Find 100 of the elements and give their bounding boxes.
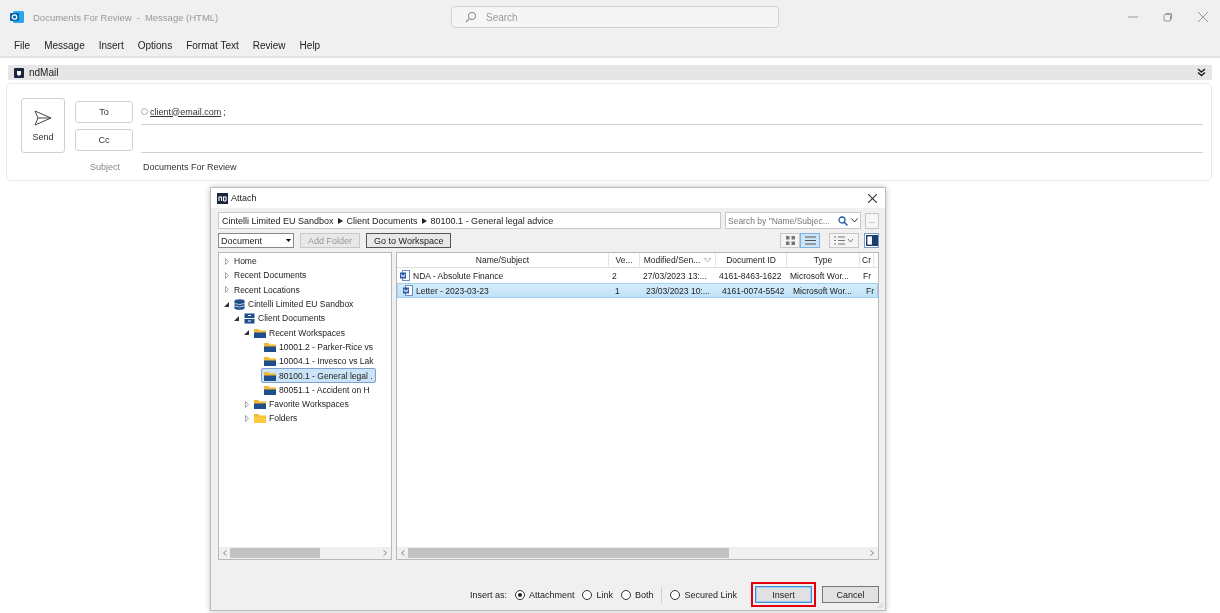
send-button[interactable]: Send bbox=[21, 98, 65, 153]
cc-button[interactable]: Cc bbox=[75, 129, 133, 151]
workspace-folder-icon bbox=[264, 356, 276, 367]
menu-tab[interactable]: Message bbox=[44, 39, 85, 51]
collapsed-arrow-icon[interactable] bbox=[244, 400, 249, 408]
presence-circle-icon bbox=[141, 108, 148, 115]
recipient-link[interactable]: client@email.com bbox=[150, 106, 222, 117]
collapsed-arrow-icon[interactable] bbox=[224, 271, 229, 279]
collapsed-arrow-icon[interactable] bbox=[224, 257, 229, 265]
preview-pane-button[interactable] bbox=[864, 233, 879, 248]
search-icon bbox=[838, 216, 848, 226]
cancel-button[interactable]: Cancel bbox=[822, 586, 879, 603]
tree-item[interactable]: Recent Documents bbox=[231, 267, 310, 283]
dialog-title: Attach bbox=[231, 193, 257, 203]
tree-item[interactable]: Client Documents bbox=[241, 310, 329, 326]
collapsed-arrow-icon[interactable] bbox=[244, 414, 249, 422]
column-header[interactable]: Cr bbox=[860, 253, 874, 267]
go-to-workspace-button[interactable]: Go to Workspace bbox=[366, 233, 452, 248]
horizontal-scrollbar[interactable] bbox=[219, 547, 391, 559]
document-row[interactable]: NDA - Absolute Finance 2 27/03/2023 13:... 4161-8463-1622 Microsoft Wor... Fr bbox=[397, 268, 878, 283]
menu-tab[interactable]: Review bbox=[252, 39, 286, 51]
insert-button[interactable]: Insert bbox=[755, 586, 812, 603]
tree-item[interactable]: Cintelli Limited EU Sandbox bbox=[231, 296, 357, 312]
preview-pane-icon bbox=[865, 235, 878, 246]
to-button[interactable]: To bbox=[75, 101, 133, 123]
document-search-field[interactable]: Search by "Name/Subjec... bbox=[725, 212, 861, 229]
collapse-chevron-icon[interactable] bbox=[1197, 68, 1206, 77]
menu-tab[interactable]: Format Text bbox=[186, 39, 239, 51]
recipient-separator: ; bbox=[223, 106, 226, 117]
list-icon bbox=[804, 236, 816, 245]
breadcrumb-item[interactable]: Cintelli Limited EU Sandbox bbox=[222, 215, 334, 226]
dropdown-caret-icon bbox=[286, 239, 291, 242]
tree-item[interactable]: Folders bbox=[251, 410, 301, 426]
list-view-button[interactable] bbox=[800, 233, 820, 248]
outlook-logo-icon bbox=[10, 10, 24, 24]
menu-tab[interactable]: Insert bbox=[98, 39, 124, 51]
breadcrumb-arrow-icon bbox=[421, 217, 427, 224]
expanded-arrow-icon[interactable] bbox=[244, 330, 249, 336]
search-icon bbox=[465, 11, 477, 23]
close-icon[interactable] bbox=[868, 193, 877, 203]
workspace-folder-icon bbox=[254, 327, 266, 338]
table-cell: Fr bbox=[863, 270, 872, 281]
dropdown-caret-icon[interactable] bbox=[851, 218, 858, 223]
table-cell: 27/03/2023 13:... bbox=[643, 270, 707, 281]
workspace-folder-icon bbox=[254, 399, 266, 410]
tree-item[interactable]: Recent Locations bbox=[231, 282, 303, 298]
table-cell: Microsoft Wor... bbox=[790, 270, 849, 281]
restore-icon[interactable] bbox=[1163, 12, 1173, 22]
nd-logo-icon bbox=[217, 192, 228, 204]
insert-option-radio[interactable]: Attachment bbox=[514, 589, 575, 600]
column-header[interactable]: Name/Subject bbox=[397, 253, 609, 267]
expanded-arrow-icon[interactable] bbox=[224, 301, 229, 307]
table-cell: 23/03/2023 10:... bbox=[646, 285, 710, 296]
workspace-folder-icon bbox=[264, 384, 276, 395]
scroll-left-icon[interactable] bbox=[223, 550, 227, 556]
insert-option-radio[interactable]: Link bbox=[582, 589, 613, 600]
column-header[interactable]: Modified/Sen... bbox=[640, 253, 716, 267]
horizontal-scrollbar[interactable] bbox=[397, 547, 878, 559]
document-row[interactable]: Letter - 2023-03-23 1 23/03/2023 10:... 4161-0074-5542 Microsoft Wor... Fr bbox=[397, 283, 878, 298]
column-header[interactable]: Type bbox=[787, 253, 860, 267]
column-header[interactable]: Document ID bbox=[716, 253, 787, 267]
tree-item[interactable]: 80100.1 - General legal . bbox=[261, 368, 376, 384]
table-cell: NDA - Absolute Finance bbox=[413, 270, 504, 281]
insert-option-radio[interactable]: Secured Link bbox=[670, 589, 737, 600]
word-document-icon bbox=[403, 285, 413, 296]
scroll-right-icon[interactable] bbox=[383, 550, 387, 556]
search-field[interactable]: Search bbox=[451, 6, 779, 28]
tree-item[interactable]: Home bbox=[231, 253, 260, 269]
window-title: Documents For Review bbox=[33, 11, 132, 23]
scroll-left-icon[interactable] bbox=[401, 550, 405, 556]
breadcrumb-arrow-icon bbox=[337, 217, 343, 224]
send-icon bbox=[34, 109, 52, 126]
tree-item[interactable]: 10001.2 - Parker-Rice vs bbox=[261, 339, 376, 355]
document-type-select[interactable]: Document bbox=[218, 233, 294, 248]
menu-tab[interactable]: Options bbox=[137, 39, 173, 51]
menu-tab[interactable]: File bbox=[14, 39, 31, 51]
tree-item[interactable]: Recent Workspaces bbox=[251, 325, 348, 341]
tree-item[interactable]: 80051.1 - Accident on H bbox=[261, 382, 373, 398]
tree-item[interactable]: 10004.1 - Invesco vs Lak bbox=[261, 353, 377, 369]
window-subtitle: Message (HTML) bbox=[144, 11, 219, 23]
list-options-icon bbox=[834, 236, 854, 245]
tree-item[interactable]: Favorite Workspaces bbox=[251, 396, 352, 412]
tile-view-button[interactable] bbox=[780, 233, 800, 248]
breadcrumb-item[interactable]: 80100.1 - General legal advice bbox=[430, 215, 554, 226]
menu-tab[interactable]: Help bbox=[299, 39, 321, 51]
addin-title: ndMail bbox=[29, 67, 59, 78]
scroll-right-icon[interactable] bbox=[870, 550, 874, 556]
insert-option-radio[interactable]: Both bbox=[620, 589, 654, 600]
breadcrumb-item[interactable]: Client Documents bbox=[346, 215, 418, 226]
expanded-arrow-icon[interactable] bbox=[234, 315, 239, 321]
column-options-button[interactable] bbox=[829, 233, 859, 248]
insert-as-label: Insert as: bbox=[469, 589, 507, 600]
word-document-icon bbox=[400, 270, 410, 281]
subject-field[interactable]: Documents For Review bbox=[143, 162, 237, 172]
collapsed-arrow-icon[interactable] bbox=[224, 286, 229, 294]
database-icon bbox=[234, 298, 245, 310]
table-cell: Fr bbox=[866, 285, 875, 296]
table-cell: 2 bbox=[612, 270, 617, 281]
column-header[interactable]: Ve... bbox=[609, 253, 640, 267]
cabinet-icon bbox=[244, 312, 255, 324]
